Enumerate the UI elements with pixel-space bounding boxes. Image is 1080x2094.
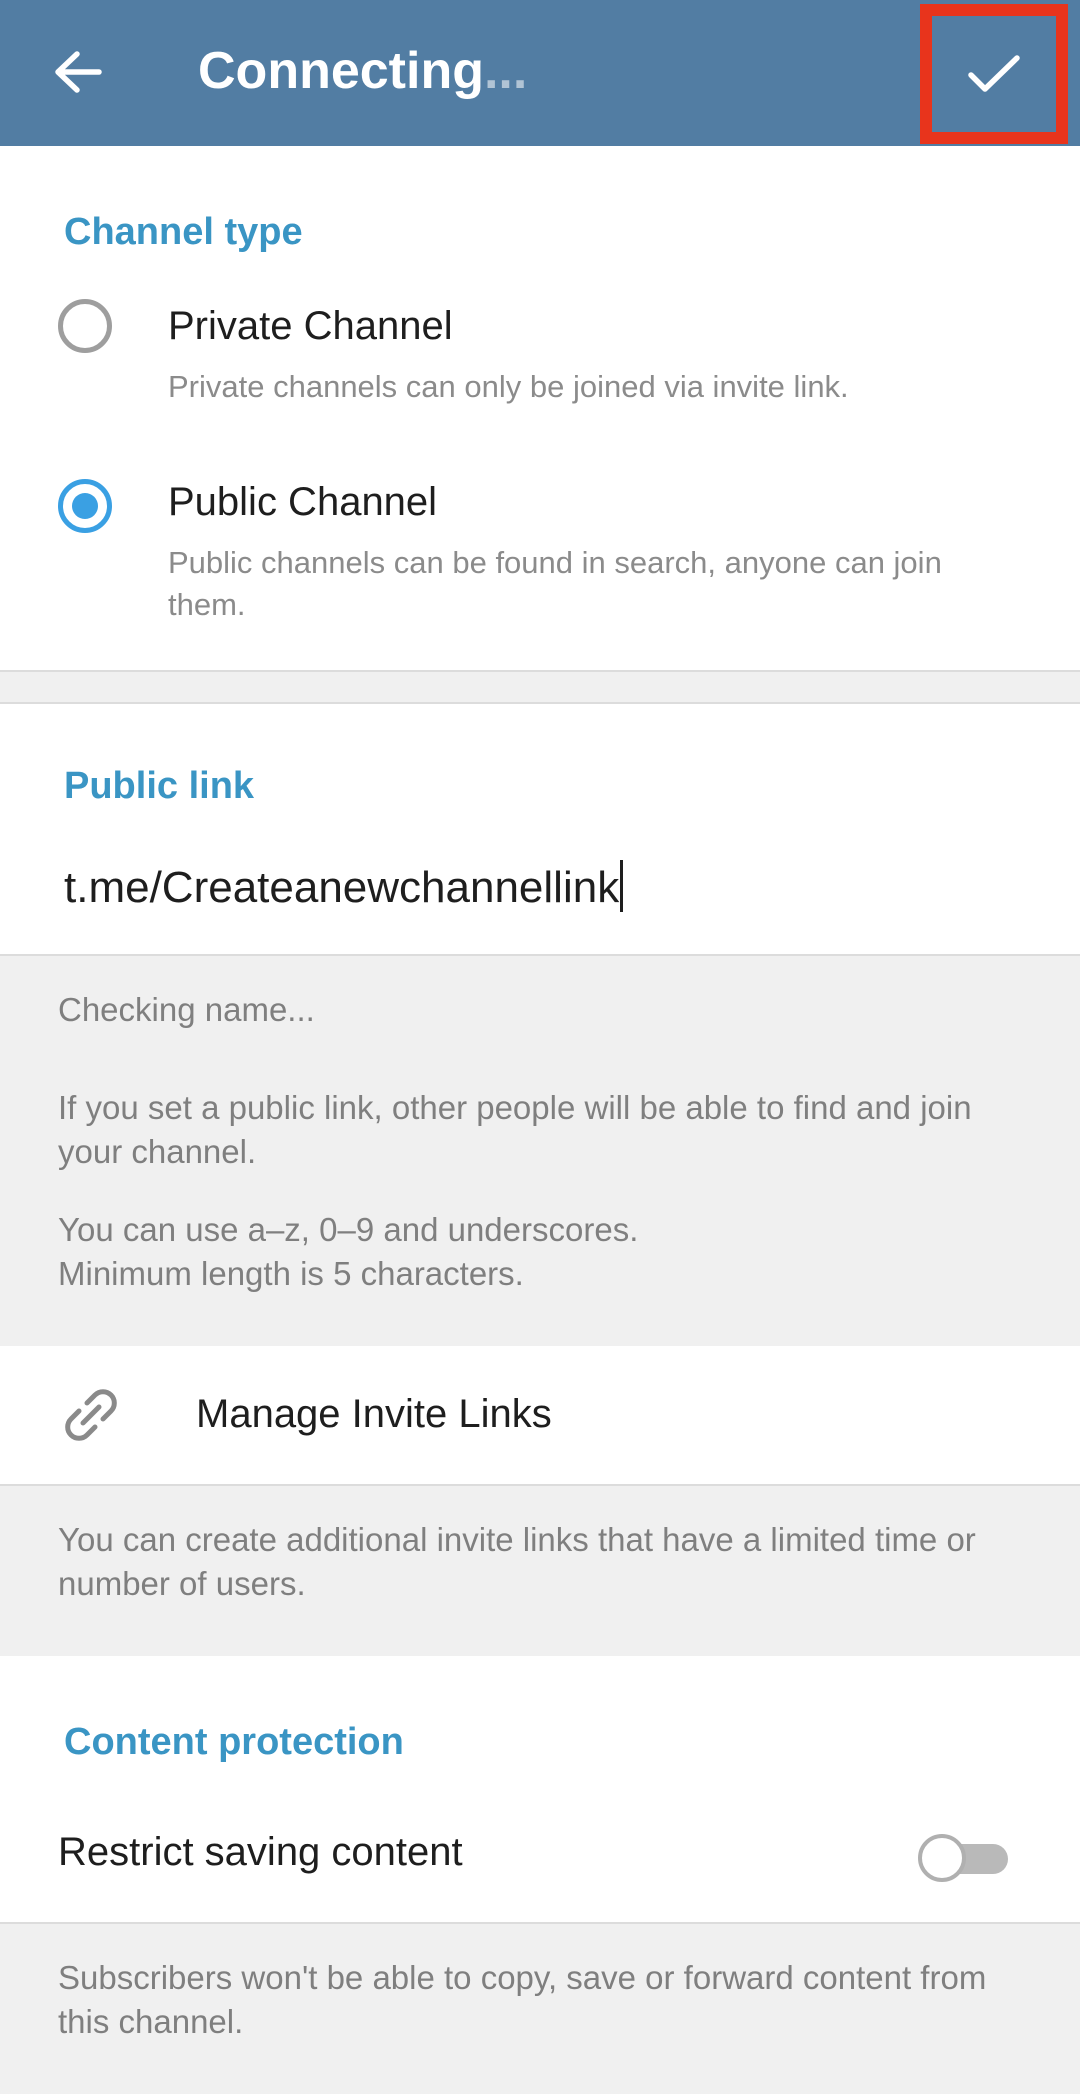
page-title: Connecting... [198, 38, 527, 104]
public-link-info: If you set a public link, other people w… [58, 1089, 972, 1170]
public-link-input[interactable]: t.me/Createanewchannellink [64, 856, 1024, 920]
restrict-saving-row[interactable]: Restrict saving content [0, 1792, 1080, 1922]
checkmark-icon [968, 55, 1020, 92]
divider [0, 702, 1080, 704]
content-protection-title: Content protection [64, 1721, 404, 1763]
title-text: Connecting [198, 42, 484, 100]
link-icon [65, 1389, 117, 1441]
restrict-saving-toggle[interactable] [918, 1834, 1010, 1882]
arrow-left-icon [55, 51, 102, 93]
text-cursor [620, 860, 624, 912]
channel-type-title: Channel type [64, 211, 303, 253]
private-channel-label: Private Channel [168, 304, 453, 348]
toggle-knob [918, 1834, 966, 1882]
channel-type-section: Channel type Private Channel Private cha… [0, 146, 1080, 670]
public-channel-option[interactable]: Public Channel Public channels can be fo… [0, 476, 1080, 656]
public-link-value: t.me/Createanewchannellink [64, 863, 620, 912]
divider [0, 1922, 1080, 1924]
back-button[interactable] [36, 30, 120, 114]
restrict-saving-label: Restrict saving content [58, 1830, 463, 1874]
content-protection-info: Subscribers won't be able to copy, save … [58, 1959, 987, 2040]
private-channel-description: Private channels can only be joined via … [168, 369, 849, 404]
title-dots: ... [483, 42, 528, 100]
public-link-title: Public link [64, 765, 255, 807]
manage-invite-links-row[interactable]: Manage Invite Links [0, 1346, 1080, 1484]
manage-invite-links-label: Manage Invite Links [196, 1392, 552, 1436]
create-channel-screen: Connecting... Channel type Private Chann… [0, 0, 1080, 2094]
public-channel-label: Public Channel [168, 480, 438, 524]
link-rules-line-1: You can use a–z, 0–9 and underscores. [58, 1211, 639, 1248]
private-channel-option[interactable]: Private Channel Private channels can onl… [0, 296, 1080, 436]
done-button[interactable] [920, 4, 1068, 144]
public-channel-radio[interactable] [58, 479, 112, 533]
invite-links-info: You can create additional invite links t… [58, 1521, 976, 1602]
top-app-bar: Connecting... [0, 0, 1080, 146]
divider [0, 670, 1080, 672]
link-status-text: Checking name... [58, 991, 315, 1028]
public-channel-description: Public channels can be found in search, … [168, 545, 942, 622]
divider [0, 954, 1080, 956]
divider [0, 1484, 1080, 1486]
link-rules-line-2: Minimum length is 5 characters. [58, 1255, 524, 1292]
private-channel-radio[interactable] [58, 299, 112, 353]
